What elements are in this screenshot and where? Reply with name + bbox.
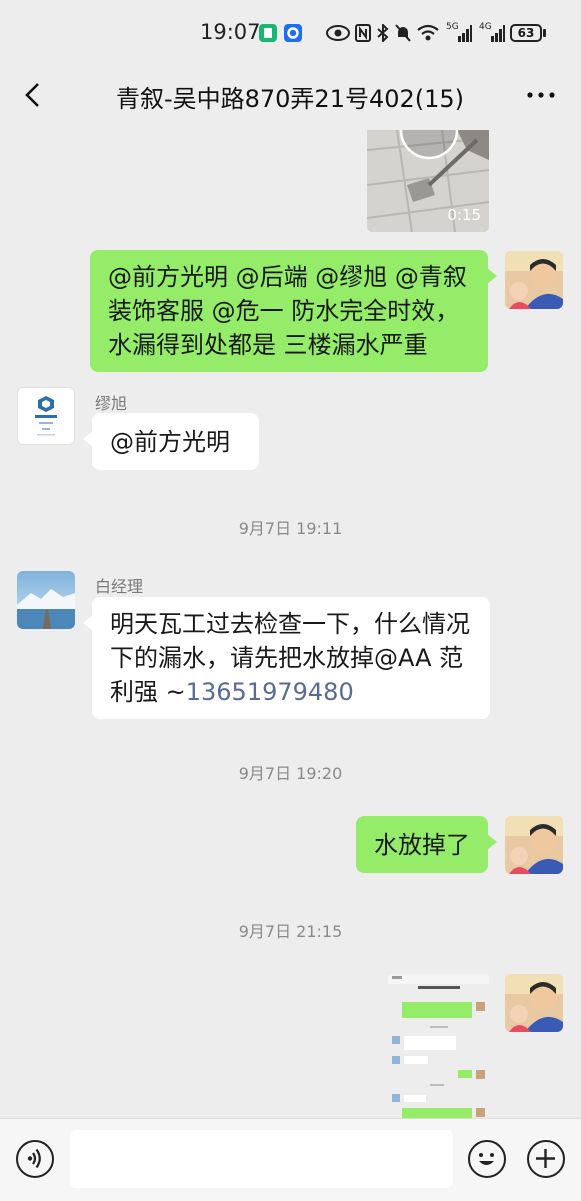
- status-time: 19:07: [200, 20, 261, 44]
- company-logo-icon: [18, 388, 74, 444]
- plus-icon: [536, 1149, 555, 1168]
- sender-name: 缪旭: [95, 394, 128, 413]
- avatar-landscape-image: [17, 571, 75, 629]
- plus-button[interactable]: [527, 1140, 565, 1178]
- app-blue-icon: [284, 24, 302, 42]
- message-text: @前方光明 @后端 @缪旭 @青叙装饰客服 @危一 防水完全时效，水漏得到处都是…: [108, 263, 467, 359]
- timestamp: 9月7日 19:20: [238, 764, 343, 783]
- signal-5g-icon: [446, 24, 472, 42]
- avatar-self-image: [505, 816, 563, 874]
- voice-button[interactable]: [16, 1140, 54, 1178]
- eye-icon: [326, 24, 350, 42]
- battery-icon: 63: [510, 24, 542, 42]
- phone-link[interactable]: 13651979480: [186, 678, 354, 706]
- chat-title: 青叙-吴中路870弄21号402(15): [115, 85, 465, 113]
- emoji-button[interactable]: [468, 1140, 506, 1178]
- bubble-tail: [83, 615, 93, 631]
- mute-bell-icon: [395, 24, 411, 42]
- message-bubble[interactable]: @前方光明 @后端 @缪旭 @青叙装饰客服 @危一 防水完全时效，水漏得到处都是…: [90, 250, 497, 372]
- message-miaoxu[interactable]: @前方光明: [83, 413, 259, 470]
- timestamp: 9月7日 19:11: [238, 519, 343, 538]
- bubble-tail: [487, 834, 497, 850]
- image-message-screenshot[interactable]: [388, 974, 489, 1118]
- chat-screenshot-thumbnail: [388, 974, 489, 1118]
- battery-tip: [543, 29, 546, 37]
- bluetooth-icon: [376, 24, 390, 42]
- message-bubble[interactable]: 水放掉了: [356, 816, 497, 873]
- avatar-self[interactable]: [505, 974, 563, 1032]
- message-bubble[interactable]: 明天瓦工过去检查一下，什么情况下的漏水，请先把水放掉@AA 范利强 ~13651…: [83, 597, 490, 719]
- message-input[interactable]: [70, 1130, 453, 1188]
- bubble-tail: [83, 431, 93, 447]
- smiley-icon: [479, 1153, 494, 1165]
- message-text: @前方光明: [110, 428, 230, 456]
- app-green-icon: [259, 24, 277, 42]
- avatar-self[interactable]: [505, 816, 563, 874]
- voice-wave-icon: [27, 1148, 41, 1169]
- avatar-self-image: [505, 251, 563, 309]
- back-button[interactable]: [18, 80, 48, 110]
- video-message[interactable]: 0:15: [367, 130, 489, 232]
- more-dots-icon: [527, 92, 555, 98]
- message-baijingli[interactable]: 明天瓦工过去检查一下，什么情况下的漏水，请先把水放掉@AA 范利强 ~13651…: [83, 597, 490, 719]
- message-text: 水放掉了: [374, 831, 470, 859]
- avatar-self-image: [505, 974, 563, 1032]
- avatar-self[interactable]: [505, 251, 563, 309]
- nfc-icon: [355, 24, 371, 42]
- bubble-tail: [487, 268, 497, 284]
- avatar-baijingli[interactable]: [17, 571, 75, 629]
- sender-name: 白经理: [95, 577, 144, 596]
- more-button[interactable]: [524, 80, 558, 110]
- video-duration: 0:15: [447, 206, 481, 224]
- message-bubble[interactable]: @前方光明: [83, 413, 259, 470]
- message-self-1[interactable]: @前方光明 @后端 @缪旭 @青叙装饰客服 @危一 防水完全时效，水漏得到处都是…: [90, 250, 497, 372]
- avatar-miaoxu[interactable]: [17, 387, 75, 445]
- timestamp: 9月7日 21:15: [238, 922, 343, 941]
- message-self-2[interactable]: 水放掉了: [356, 816, 497, 873]
- chevron-left-icon: [25, 83, 39, 107]
- wifi-icon: [417, 24, 439, 42]
- signal-4g-icon: [479, 24, 505, 42]
- battery-level: 63: [517, 26, 535, 40]
